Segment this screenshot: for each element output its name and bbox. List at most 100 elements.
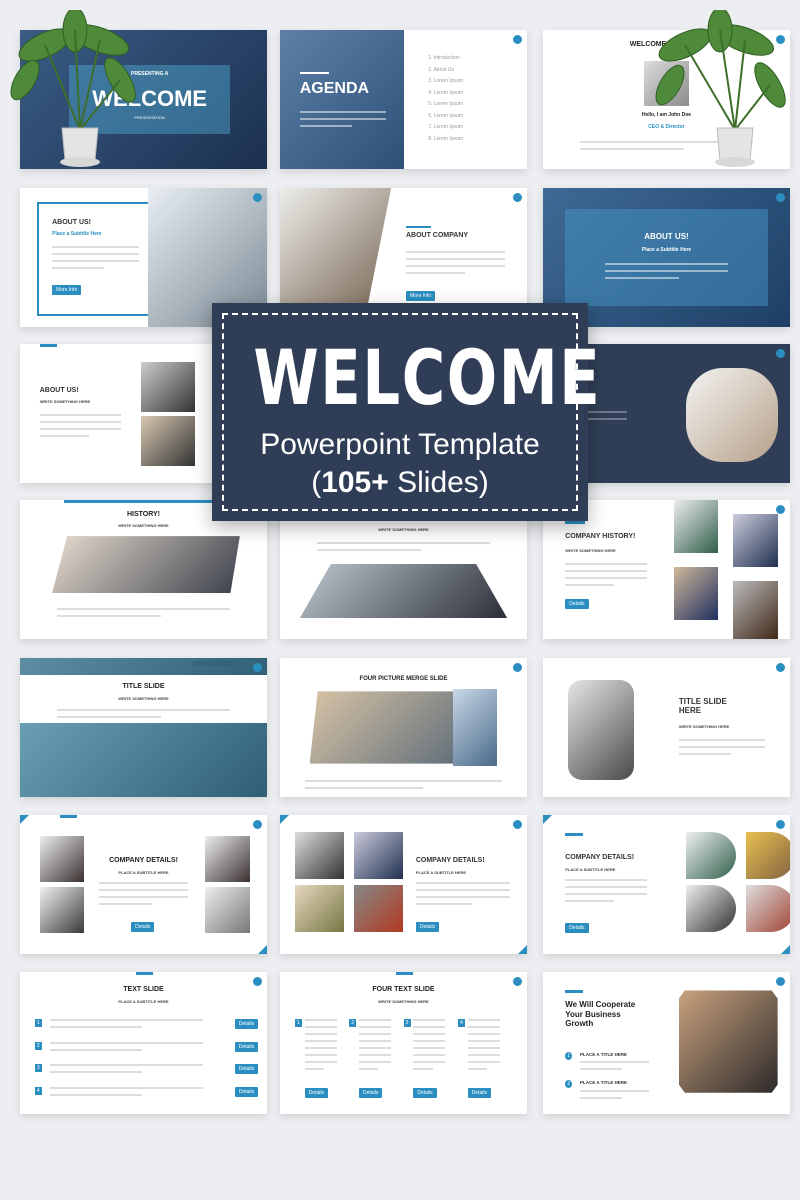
slide-thumbnail[interactable]: COMPANY DETAILS! PLACE A SUBTITLE HERE Det… — [543, 815, 790, 954]
text-line — [39, 434, 89, 437]
agenda-item[interactable]: 5. Lorem Ipsum — [428, 101, 514, 107]
agenda-item[interactable]: 7. Lorem Ipsum — [428, 124, 514, 130]
text-line — [49, 1018, 203, 1021]
banner-slide-count: (105+ Slides) — [212, 466, 588, 500]
body-text-lines — [565, 878, 647, 907]
slide-thumbnail[interactable]: COMPANY DETAILS! PLACE A SUBTITLE HERE Det… — [20, 815, 267, 954]
overlay-box — [565, 208, 768, 307]
photo — [280, 30, 404, 169]
photo — [678, 990, 778, 1093]
slide-thumbnail[interactable]: TEXT SLIDE PLACE A SUBTITLE HERE 1 Details 2… — [20, 972, 267, 1114]
slide-title: AGENDA — [299, 80, 370, 98]
text-line — [317, 548, 421, 551]
text-line — [359, 1032, 392, 1035]
text-line — [565, 576, 647, 579]
text-line — [57, 709, 230, 712]
slide-title: FOUR TEXT SLIDE — [372, 986, 435, 994]
slide-number-badge — [253, 663, 262, 672]
slide-thumbnail[interactable]: We Will Cooperate Your Business Growth 1 P… — [543, 972, 790, 1114]
text-line — [359, 1067, 379, 1070]
text-line — [580, 1096, 622, 1099]
slide-thumbnail[interactable]: mashroom TITLE SLIDE WRITE SOMETHING HERE — [20, 658, 267, 797]
text-line — [304, 1018, 337, 1021]
text-line — [49, 1041, 203, 1044]
accent-bar — [136, 972, 154, 975]
text-line — [413, 1053, 446, 1056]
item-title: PLACE A TITLE HERE — [580, 1051, 627, 1057]
accent-bar — [396, 972, 414, 975]
text-line — [39, 427, 122, 430]
item-number: 1 — [294, 1018, 302, 1027]
slide-title: COMPANY DETAILS! — [565, 853, 635, 861]
slide-thumbnail[interactable]: TITLE SLIDE HERE WRITE SOMETHING HERE — [543, 658, 790, 797]
body-text-lines — [467, 1018, 500, 1075]
agenda-item[interactable]: 8. Lorem Ipsum — [428, 136, 514, 142]
photo — [309, 691, 471, 764]
slide-thumbnail[interactable]: COMPANY DETAILS! PLACE A SUBTITLE HERE Det… — [280, 815, 527, 954]
item-number: 3 — [403, 1018, 411, 1027]
details-button[interactable]: Details — [234, 1041, 259, 1052]
details-button[interactable]: Details — [131, 922, 155, 933]
details-button[interactable]: Details — [565, 598, 589, 609]
text-line — [405, 264, 505, 267]
slide-thumbnail[interactable]: FOUR TEXT SLIDE WRITE SOMETHING HERE 1 Deta… — [280, 972, 527, 1114]
slide-count: 105+ — [321, 466, 389, 499]
photo — [354, 831, 404, 879]
slide-subtitle: Place a Subtitle Here — [641, 246, 692, 253]
body-text-lines — [39, 413, 122, 442]
details-button[interactable]: Details — [467, 1088, 492, 1099]
agenda-item[interactable]: 2. About Us — [428, 67, 514, 73]
text-line — [304, 1046, 337, 1049]
text-line — [49, 1071, 142, 1074]
details-button[interactable]: More Info — [405, 290, 436, 301]
photo — [673, 500, 719, 553]
body-text-lines — [317, 541, 490, 556]
details-button[interactable]: Details — [359, 1088, 383, 1099]
body-text-lines — [57, 709, 230, 723]
details-button[interactable]: Details — [565, 923, 589, 934]
slide-title: ABOUT COMPANY — [405, 232, 469, 240]
slide-number-badge — [513, 193, 522, 202]
text-line — [304, 1060, 337, 1063]
text-line — [467, 1025, 500, 1028]
photo — [205, 887, 250, 934]
slide-number-badge — [513, 35, 522, 44]
paren: ( — [311, 466, 322, 499]
photo — [733, 580, 778, 639]
accent-bar — [565, 833, 583, 836]
slide-number-badge — [253, 977, 262, 986]
photo — [745, 831, 790, 879]
photo — [452, 688, 498, 767]
agenda-item[interactable]: 1. Introduction — [428, 55, 514, 61]
text-line — [413, 1060, 446, 1063]
text-line — [415, 895, 510, 898]
slide-title: ABOUT US! — [39, 387, 79, 395]
agenda-item[interactable]: 6. Lorem Ipsum — [428, 113, 514, 119]
details-button[interactable]: Details — [234, 1064, 259, 1075]
text-line — [359, 1046, 392, 1049]
details-button[interactable]: More Info — [52, 285, 82, 296]
details-button[interactable]: Details — [304, 1088, 328, 1099]
body-text-lines — [413, 1018, 446, 1075]
details-button[interactable]: Details — [413, 1088, 437, 1099]
details-button[interactable]: Details — [415, 922, 440, 933]
text-line — [565, 885, 647, 888]
details-button[interactable]: Details — [234, 1018, 259, 1029]
agenda-item[interactable]: 3. Lorem Ipsum — [428, 78, 514, 84]
body-text-lines — [678, 738, 766, 760]
text-line — [405, 250, 505, 253]
slide-subtitle: PLACE A SUBTITLE HERE — [415, 869, 466, 875]
body-text-lines — [565, 562, 647, 591]
text-line — [359, 1018, 392, 1021]
item-number: 1 — [565, 1051, 573, 1060]
text-line — [304, 1025, 337, 1028]
slide-thumbnail[interactable]: FOUR PICTURE MERGE SLIDE — [280, 658, 527, 797]
slide-thumbnail[interactable]: AGENDA 1. Introduction 2. About Us 3. Lorem… — [280, 30, 527, 169]
text-line — [467, 1060, 500, 1063]
text-line — [678, 738, 766, 741]
agenda-item[interactable]: 4. Lorem Ipsum — [428, 90, 514, 96]
slide-subtitle: PLACE A SUBTITLE HERE — [565, 866, 616, 872]
body-text-lines — [580, 1089, 650, 1104]
details-button[interactable]: Details — [234, 1087, 259, 1098]
slide-number-badge — [513, 820, 522, 829]
